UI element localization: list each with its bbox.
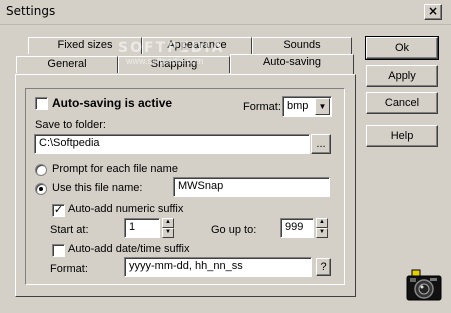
start-at-spinner[interactable]: ▲ ▼	[162, 218, 174, 238]
help-icon: ?	[320, 261, 327, 273]
format-select[interactable]: bmp ▼	[282, 96, 332, 117]
use-name-label: Use this file name:	[52, 182, 143, 194]
start-at-label: Start at:	[50, 224, 89, 236]
title-bar: Settings ×	[0, 0, 451, 25]
use-name-radio[interactable]	[35, 183, 47, 195]
numeric-suffix-checkbox[interactable]: ✓	[52, 204, 65, 217]
go-up-to-label: Go up to:	[211, 224, 257, 236]
prompt-radio[interactable]	[35, 164, 47, 176]
radio-selected-dot	[39, 187, 43, 191]
format-label: Format:	[243, 101, 281, 113]
tab-label: Snapping	[150, 58, 198, 70]
datetime-format-input[interactable]: yyyy-mm-dd, hh_nn_ss	[124, 257, 312, 277]
settings-window: Settings × Fixed sizes Appearance Sounds…	[0, 0, 451, 313]
tab-label: Sounds	[283, 39, 321, 51]
tab-general[interactable]: General	[16, 56, 118, 73]
cancel-label: Cancel	[384, 97, 420, 109]
datetime-suffix-checkbox[interactable]	[52, 244, 65, 257]
tab-label: Auto-saving	[262, 56, 322, 68]
help-label: Help	[390, 130, 414, 142]
spin-down-icon[interactable]: ▼	[316, 228, 328, 238]
file-name-input[interactable]: MWSnap	[173, 177, 330, 197]
camera-icon	[406, 269, 442, 301]
window-title: Settings	[6, 4, 56, 18]
spin-up-icon[interactable]: ▲	[162, 218, 174, 228]
tab-fixed-sizes[interactable]: Fixed sizes	[28, 37, 142, 54]
close-icon: ×	[427, 4, 439, 18]
tab-sounds[interactable]: Sounds	[252, 37, 352, 54]
numeric-suffix-label: Auto-add numeric suffix	[68, 203, 184, 215]
auto-saving-active-checkbox[interactable]	[35, 97, 48, 110]
tab-label: General	[47, 58, 87, 70]
format-value: bmp	[287, 100, 309, 112]
tab-label: Fixed sizes	[57, 39, 113, 51]
ok-label: Ok	[394, 42, 410, 54]
browse-label: ...	[316, 138, 326, 150]
tab-snapping[interactable]: Snapping	[118, 56, 230, 73]
auto-saving-active-label: Auto-saving is active	[52, 96, 173, 110]
datetime-suffix-label: Auto-add date/time suffix	[68, 243, 190, 255]
help-button[interactable]: Help	[366, 125, 438, 147]
save-folder-label: Save to folder:	[35, 119, 106, 131]
prompt-label: Prompt for each file name	[52, 163, 178, 175]
spin-down-icon[interactable]: ▼	[162, 228, 174, 238]
go-up-to-spinner[interactable]: ▲ ▼	[316, 218, 328, 238]
apply-button[interactable]: Apply	[366, 65, 438, 87]
spin-up-icon[interactable]: ▲	[316, 218, 328, 228]
tab-label: Appearance	[167, 39, 227, 51]
close-button[interactable]: ×	[424, 4, 442, 20]
start-at-input[interactable]: 1	[124, 218, 160, 238]
datetime-help-button[interactable]: ?	[316, 258, 331, 276]
cancel-button[interactable]: Cancel	[366, 92, 438, 114]
save-folder-input[interactable]: C:\Softpedia	[34, 134, 310, 154]
datetime-format-label: Format:	[50, 263, 88, 275]
ok-button[interactable]: Ok	[365, 36, 439, 60]
browse-button[interactable]: ...	[311, 134, 331, 154]
apply-label: Apply	[388, 70, 416, 82]
chevron-down-icon[interactable]: ▼	[315, 98, 330, 115]
tab-auto-saving[interactable]: Auto-saving	[230, 54, 354, 74]
tab-appearance[interactable]: Appearance	[142, 37, 252, 54]
go-up-to-input[interactable]: 999	[280, 218, 314, 238]
